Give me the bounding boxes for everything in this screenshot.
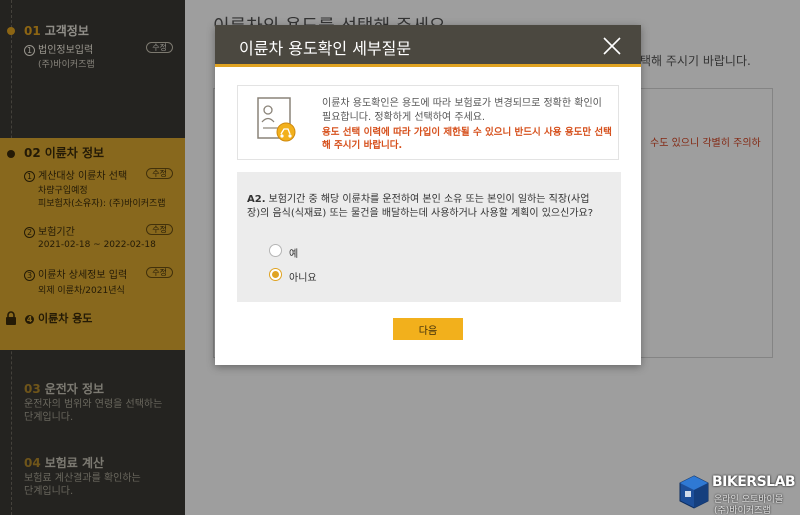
modal-header: 이륜차 용도확인 세부질문 (215, 25, 641, 67)
bikerslab-logo: BIKERSLAB 온라인 오토바이몰 (주)바이커즈랩 (678, 472, 800, 515)
document-scooter-icon (257, 97, 296, 142)
question-text: A2. 보험기간 중 해당 이륜차를 운전하여 본인 소유 또는 본인이 일하는 … (247, 194, 594, 219)
usage-question-modal: 이륜차 용도확인 세부질문 이륜차 용도확인은 용도에 따라 보험료가 변경되므… (215, 25, 641, 365)
notice-text: 이륜차 용도확인은 용도에 따라 보험료가 변경되므로 정확한 확인이 필요합니… (322, 98, 602, 123)
logo-sub2: (주)바이커즈랩 (714, 506, 771, 515)
option-yes-radio[interactable] (269, 244, 282, 257)
option-no-radio[interactable] (269, 268, 282, 281)
question-panel: A2. 보험기간 중 해당 이륜차를 운전하여 본인 소유 또는 본인이 일하는 … (237, 172, 621, 302)
notice-box: 이륜차 용도확인은 용도에 따라 보험료가 변경되므로 정확한 확인이 필요합니… (237, 85, 619, 160)
close-icon[interactable] (601, 35, 623, 57)
logo-text: BIKERSLAB (712, 474, 796, 490)
modal-title: 이륜차 용도확인 세부질문 (239, 39, 412, 58)
next-button[interactable]: 다음 (393, 318, 463, 340)
cube-logo-icon (679, 475, 709, 509)
notice-warning: 용도 선택 이력에 따라 가입이 제한될 수 있으니 반드시 사용 용도만 선택… (322, 127, 612, 151)
